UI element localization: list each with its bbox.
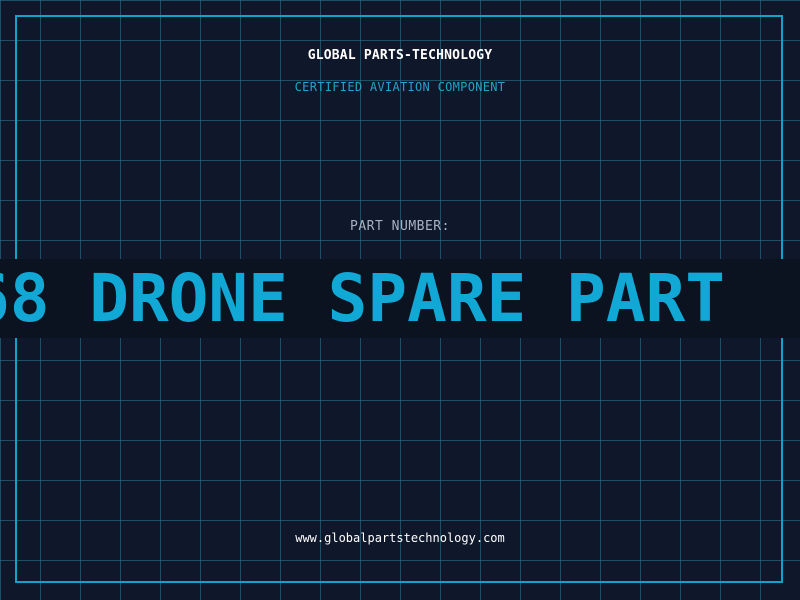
company-name: GLOBAL PARTS-TECHNOLOGY bbox=[307, 48, 493, 63]
certification-tagline: CERTIFIED AVIATION COMPONENT bbox=[294, 80, 506, 94]
part-number-label: PART NUMBER: bbox=[350, 219, 450, 234]
website-url: www.globalpartstechnology.com bbox=[295, 531, 505, 545]
part-label-card: GLOBAL PARTS-TECHNOLOGY CERTIFIED AVIATI… bbox=[0, 0, 800, 600]
part-number-text: 68 DRONE SPARE PART bbox=[0, 260, 725, 337]
part-number-banner: 68 DRONE SPARE PART bbox=[0, 259, 800, 338]
